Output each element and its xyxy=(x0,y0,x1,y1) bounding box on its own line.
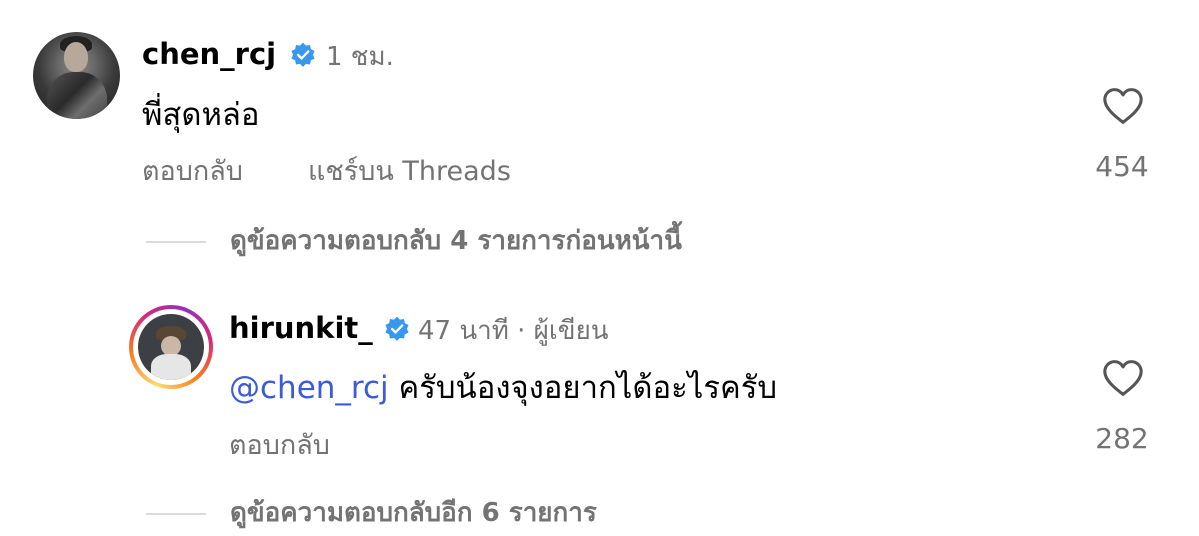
verified-badge-icon xyxy=(385,316,409,341)
comment-text: พี่สุดหล่อ xyxy=(142,97,260,133)
like-count: 454 xyxy=(1095,150,1149,183)
comment-username[interactable]: chen_rcj xyxy=(142,40,276,69)
avatar-hirunkit-story-ring[interactable] xyxy=(129,305,213,389)
reply-text: ครับน้องจุงอยากได้อะไรครับ xyxy=(388,370,778,406)
thread-line xyxy=(146,513,206,515)
thread-line xyxy=(146,241,206,243)
mention-link[interactable]: @chen_rcj xyxy=(229,370,389,406)
view-more-replies-link[interactable]: ดูข้อความตอบกลับอีก 6 รายการ xyxy=(230,500,597,526)
view-previous-replies-link[interactable]: ดูข้อความตอบกลับ 4 รายการก่อนหน้านี้ xyxy=(230,228,682,254)
comment-timestamp: 1 ชม. xyxy=(326,42,394,72)
author-badge: ผู้เขียน xyxy=(533,316,609,346)
reply-timestamp: 47 นาที xyxy=(418,316,509,346)
like-count: 282 xyxy=(1095,422,1149,455)
reply-button[interactable]: ตอบกลับ xyxy=(229,432,330,459)
meta-separator: · xyxy=(517,316,526,346)
reply-username[interactable]: hirunkit_ xyxy=(229,314,373,343)
heart-icon[interactable] xyxy=(1101,86,1145,126)
avatar-chen-rcj[interactable] xyxy=(33,32,120,119)
reply-button[interactable]: ตอบกลับ xyxy=(142,158,243,185)
verified-badge-icon xyxy=(291,42,315,67)
share-on-threads-button[interactable]: แชร์บน Threads xyxy=(308,158,511,185)
avatar-hirunkit xyxy=(138,314,204,380)
heart-icon[interactable] xyxy=(1101,358,1145,398)
